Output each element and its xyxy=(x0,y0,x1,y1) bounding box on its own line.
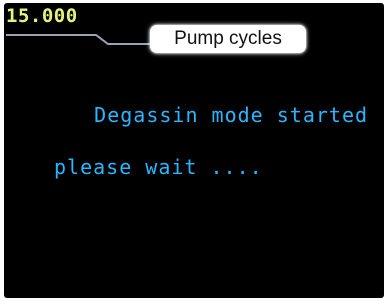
status-message-line-1: Degassin mode started xyxy=(94,103,369,127)
status-message-line-2: please wait .... xyxy=(54,155,263,179)
status-message: Degassin mode started please wait .... xyxy=(42,76,368,232)
lcd-screen: 15.000 Pump cycles Degassin mode started… xyxy=(4,3,384,298)
pump-cycles-callout: Pump cycles xyxy=(150,25,306,53)
